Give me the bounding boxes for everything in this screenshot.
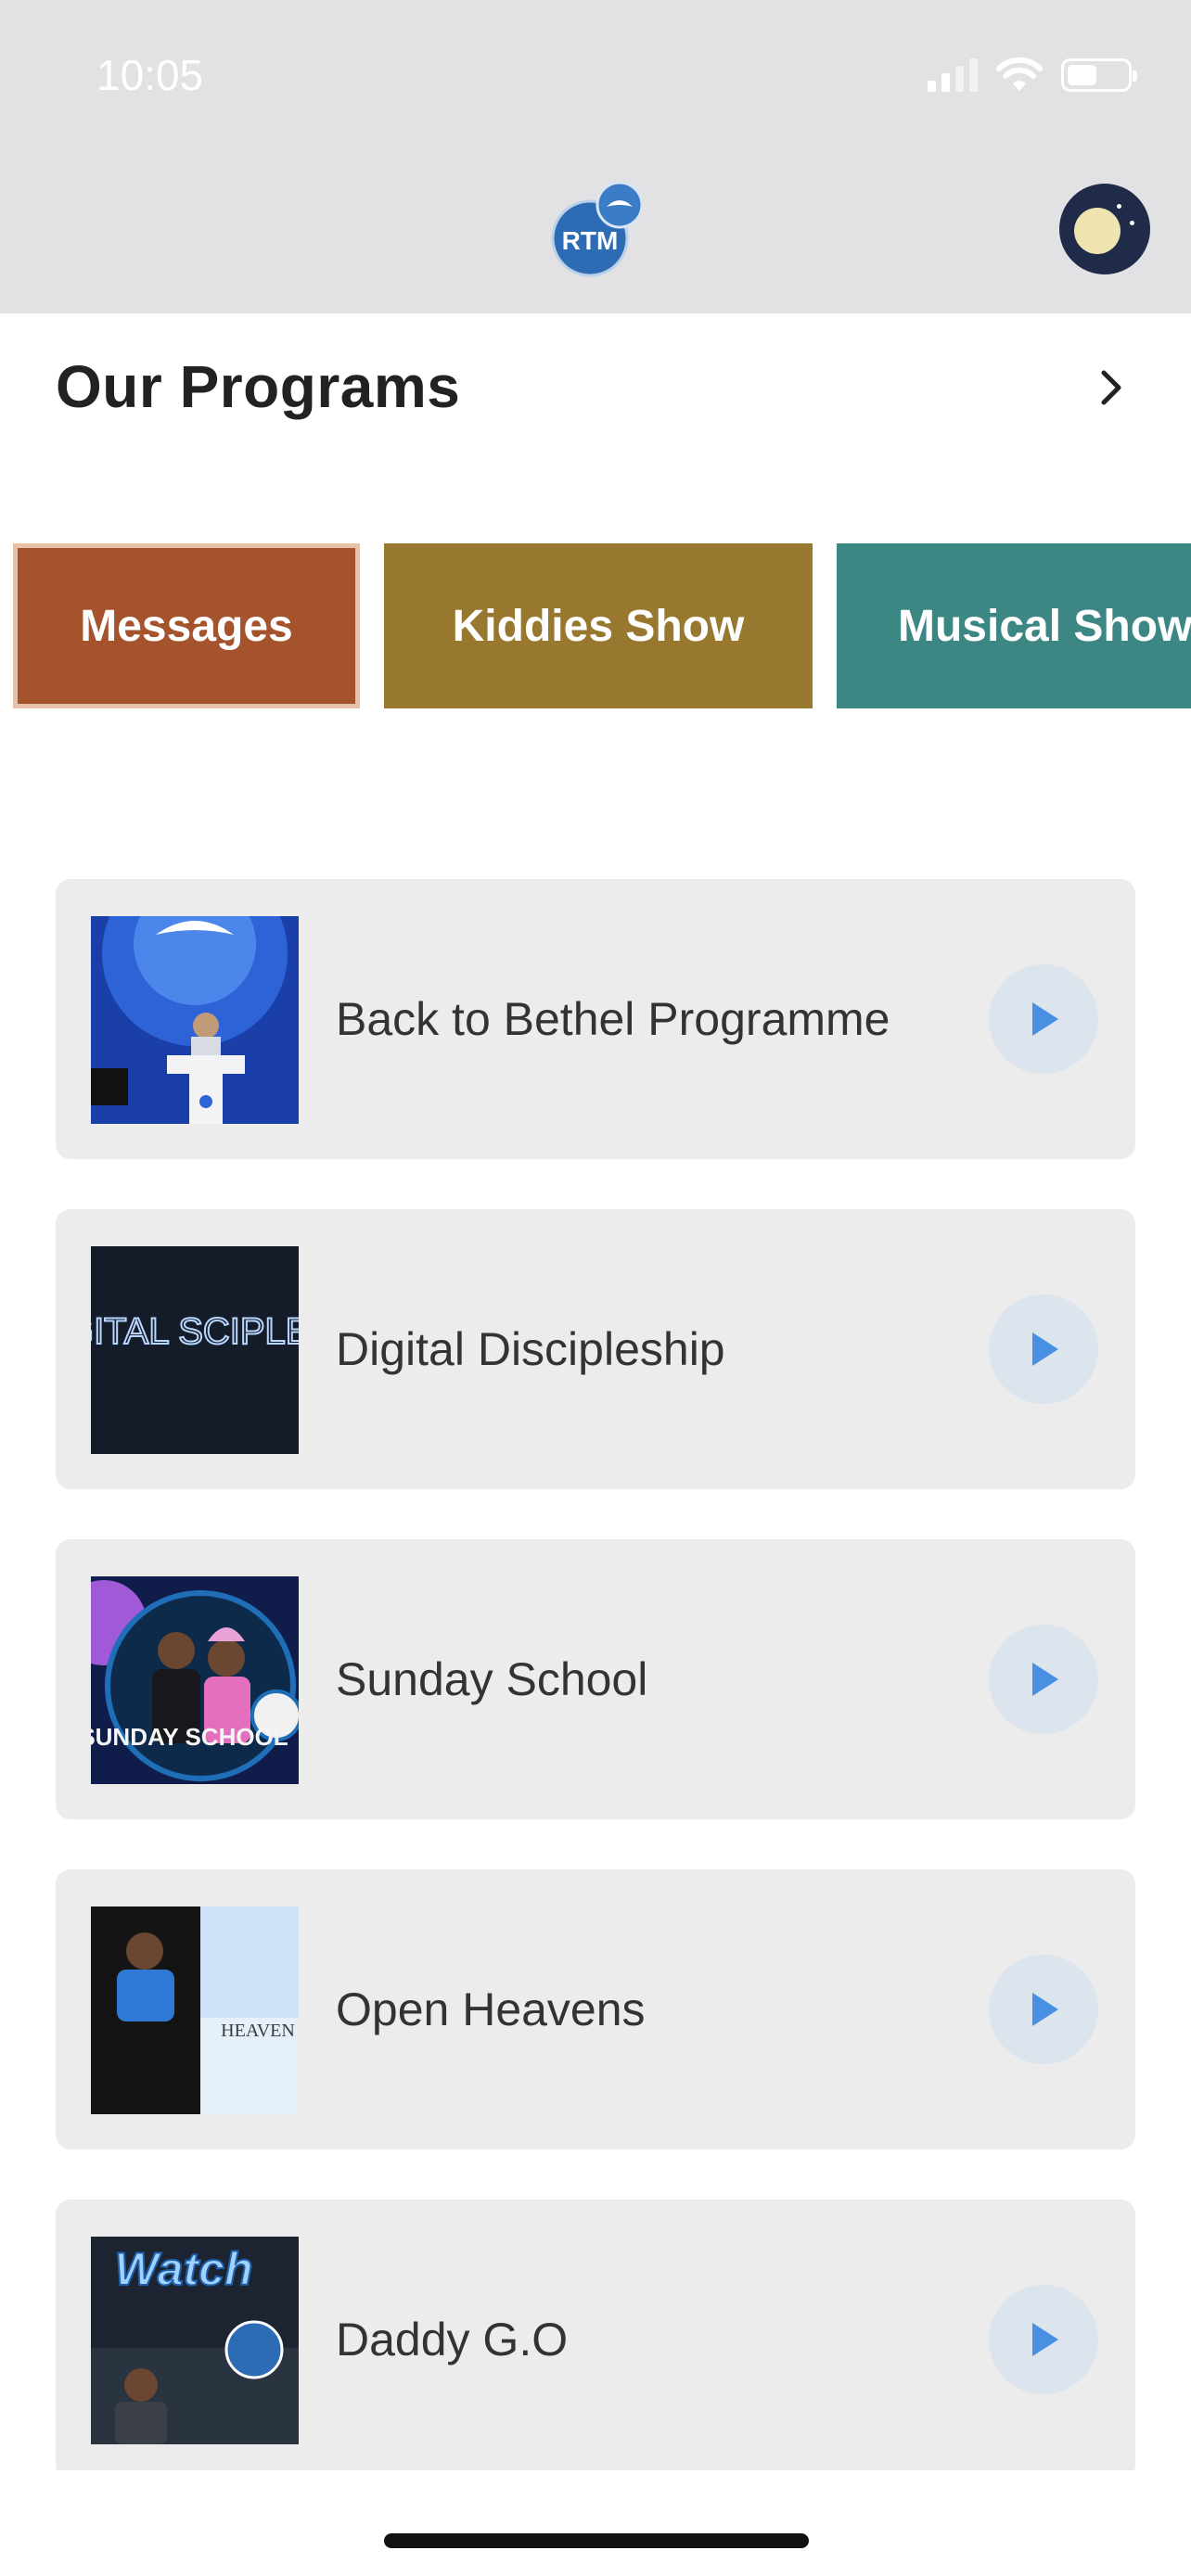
program-thumbnail: SUNDAY SCHOOL — [91, 1576, 299, 1784]
program-card[interactable]: DIGITAL SCIPLESH Digital Discipleship — [56, 1209, 1135, 1489]
program-list: Back to Bethel Programme DIGITAL SCIPLES… — [56, 879, 1135, 2470]
program-title: Back to Bethel Programme — [336, 993, 890, 1045]
home-indicator[interactable] — [384, 2533, 809, 2548]
section-title: Our Programs — [56, 353, 461, 420]
thumb-caption: DIGITAL SCIPLESH — [91, 1311, 299, 1352]
category-messages[interactable]: Messages — [13, 543, 360, 708]
category-musical-show[interactable]: Musical Show — [837, 543, 1191, 708]
program-card[interactable]: SUNDAY SCHOOL Sunday School — [56, 1539, 1135, 1819]
cellular-signal-icon — [928, 58, 978, 92]
play-button[interactable] — [989, 964, 1098, 1074]
star-icon — [1117, 204, 1121, 209]
category-kiddies-show[interactable]: Kiddies Show — [384, 543, 813, 708]
programs-section-header[interactable]: Our Programs — [56, 352, 1141, 427]
program-title: Daddy G.O — [336, 2314, 569, 2366]
program-title: Digital Discipleship — [336, 1323, 725, 1375]
thumb-caption: SUNDAY SCHOOL — [91, 1723, 288, 1751]
program-card[interactable]: HEAVEN Open Heavens — [56, 1869, 1135, 2149]
top-bar: 10:05 RTM — [0, 0, 1191, 313]
status-time: 10:05 — [96, 51, 204, 99]
play-icon — [1032, 1993, 1058, 2026]
program-thumbnail — [91, 916, 299, 1124]
play-button[interactable] — [989, 1625, 1098, 1734]
play-button[interactable] — [989, 1955, 1098, 2064]
category-tabs: Messages Kiddies Show Musical Show — [0, 543, 1191, 710]
battery-icon — [1061, 58, 1137, 92]
wifi-icon — [996, 57, 1043, 91]
play-icon — [1032, 1663, 1058, 1696]
play-button[interactable] — [989, 2285, 1098, 2394]
thumb-caption: Watch — [114, 2243, 252, 2295]
play-icon — [1032, 1002, 1058, 1036]
logo-text: RTM — [562, 226, 619, 255]
program-thumbnail: Watch — [91, 2237, 299, 2444]
rtm-logo: RTM — [551, 181, 644, 277]
play-icon — [1032, 1333, 1058, 1366]
theme-toggle-button[interactable] — [1059, 184, 1150, 274]
play-button[interactable] — [989, 1294, 1098, 1404]
moon-icon — [1074, 208, 1121, 254]
program-thumbnail: HEAVEN — [91, 1906, 299, 2114]
program-title: Sunday School — [336, 1653, 648, 1705]
program-thumbnail: DIGITAL SCIPLESH — [91, 1246, 299, 1454]
star-icon — [1130, 221, 1134, 225]
program-card[interactable]: Watch Daddy G.O — [56, 2200, 1135, 2470]
program-title: Open Heavens — [336, 1983, 646, 2035]
program-card[interactable]: Back to Bethel Programme — [56, 879, 1135, 1159]
chevron-right-icon[interactable] — [1089, 365, 1133, 410]
thumb-caption: HEAVEN — [221, 2021, 295, 2041]
status-icons — [928, 57, 1137, 93]
play-icon — [1032, 2323, 1058, 2356]
